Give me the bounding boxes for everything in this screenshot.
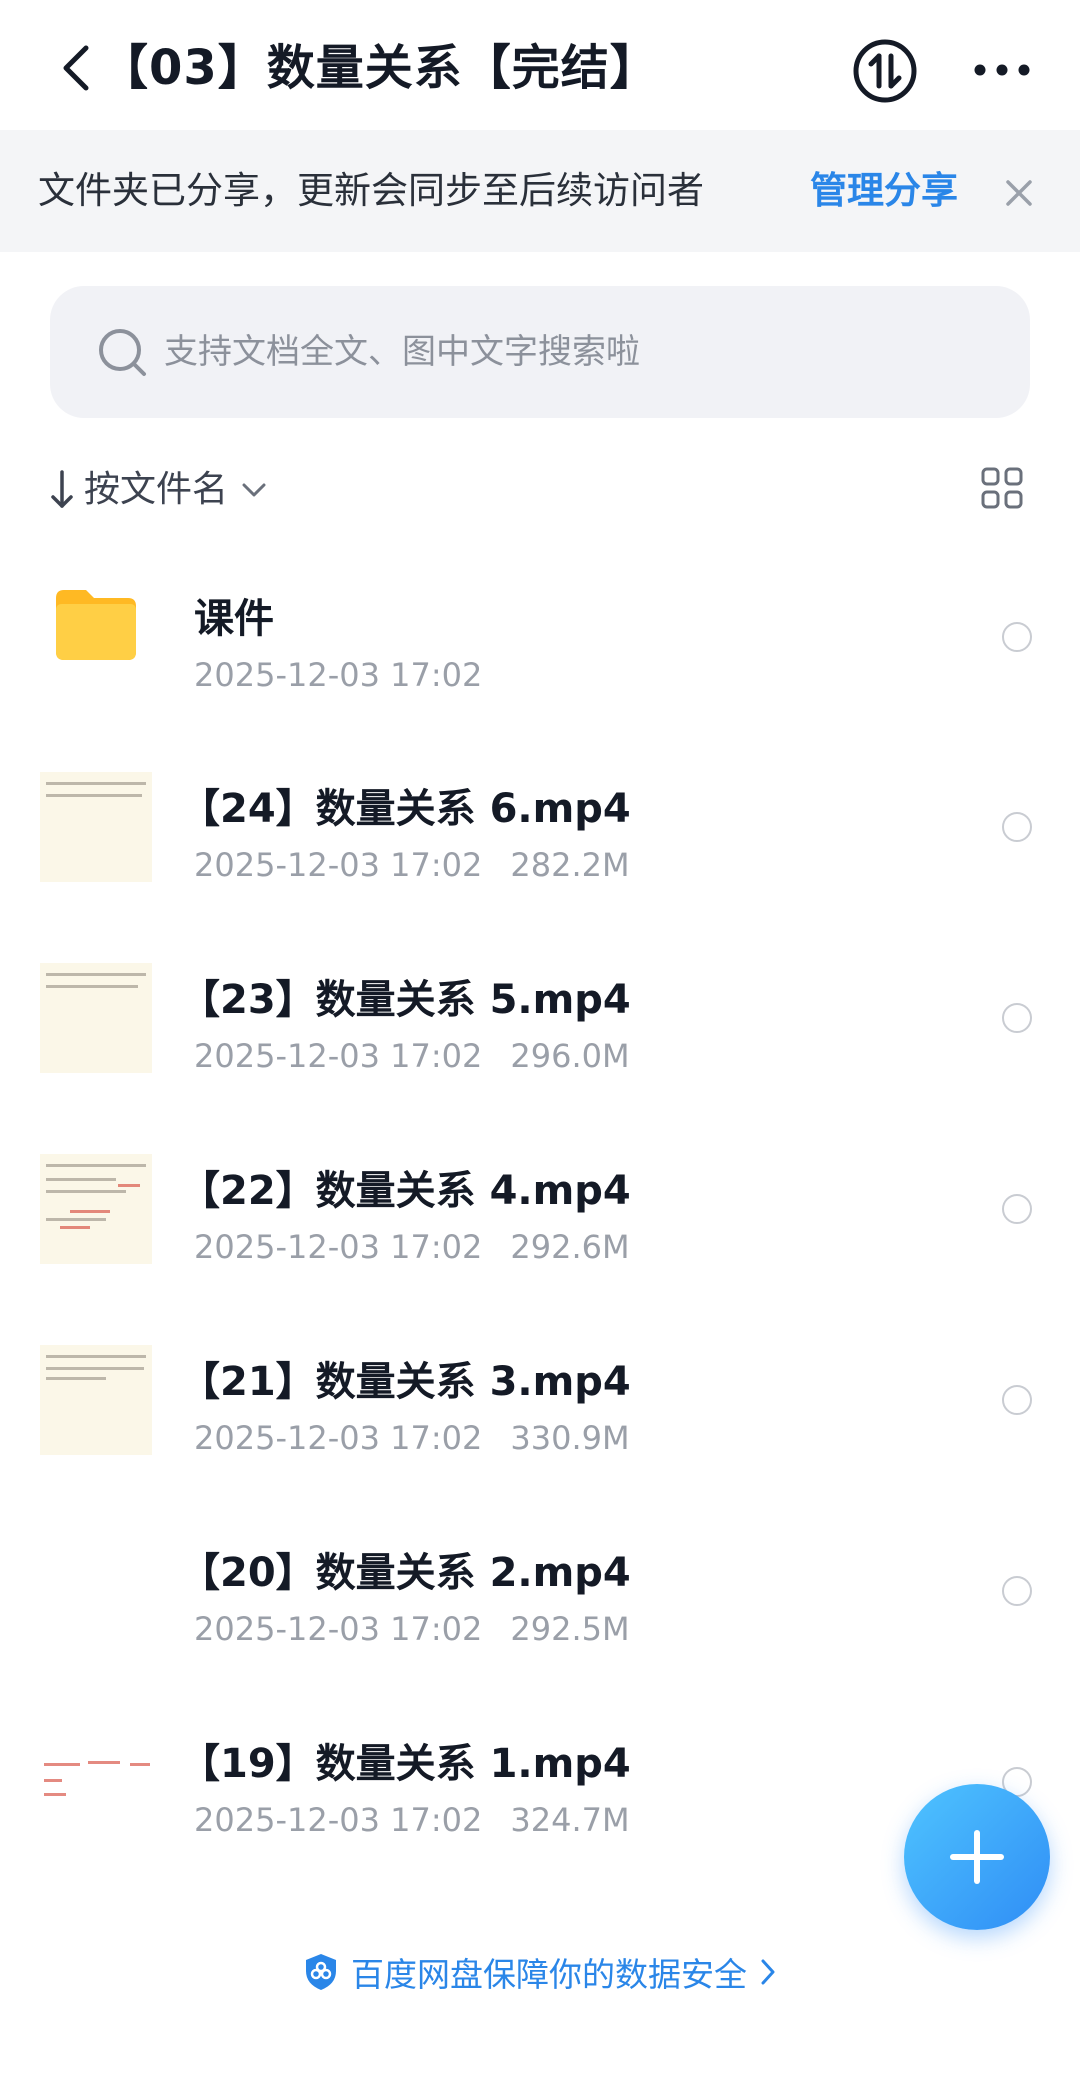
file-meta: 2025-12-03 17:02 330.9M: [194, 1419, 630, 1457]
list-item-folder[interactable]: 课件 2025-12-03 17:02: [0, 548, 1080, 738]
file-meta: 2025-12-03 17:02: [194, 656, 482, 694]
file-name: 【23】数量关系 5.mp4: [180, 977, 631, 1023]
select-checkbox[interactable]: [1002, 1003, 1032, 1033]
chevron-right-icon: [761, 1959, 775, 1985]
search-icon: [99, 329, 146, 376]
sort-label: 按文件名: [84, 469, 229, 510]
transfer-arrows-icon: [853, 39, 917, 103]
file-name: 课件: [194, 596, 274, 642]
transfer-button[interactable]: [852, 38, 918, 104]
file-name: 【24】数量关系 6.mp4: [180, 786, 631, 832]
select-checkbox[interactable]: [1002, 1385, 1032, 1415]
more-options-button[interactable]: [972, 50, 1032, 90]
list-item-video[interactable]: 【20】数量关系 2.mp4 2025-12-03 17:02 292.5M: [0, 1502, 1080, 1692]
file-date: 2025-12-03 17:02: [194, 1801, 483, 1839]
video-thumbnail: [40, 1345, 152, 1455]
file-size: 324.7M: [510, 1801, 630, 1839]
file-name: 【19】数量关系 1.mp4: [180, 1741, 631, 1787]
share-notice-banner: 文件夹已分享，更新会同步至后续访问者 管理分享: [0, 130, 1080, 252]
select-checkbox[interactable]: [1002, 1194, 1032, 1224]
file-date: 2025-12-03 17:02: [194, 1037, 483, 1075]
file-name: 【20】数量关系 2.mp4: [180, 1550, 631, 1596]
more-dots-icon: [974, 64, 1030, 76]
shield-icon: [306, 1954, 336, 1990]
select-checkbox[interactable]: [1002, 622, 1032, 652]
top-navigation-bar: 【03】数量关系【完结】: [0, 0, 1080, 130]
close-banner-button[interactable]: [1002, 176, 1036, 210]
select-checkbox[interactable]: [1002, 812, 1032, 842]
video-thumbnail: [40, 772, 152, 882]
file-date: 2025-12-03 17:02: [194, 846, 483, 884]
security-footer[interactable]: 百度网盘保障你的数据安全: [0, 1948, 1080, 1998]
page-title: 【03】数量关系【完结】: [100, 40, 659, 96]
chevron-down-icon: [242, 483, 266, 497]
file-date: 2025-12-03 17:02: [194, 1228, 483, 1266]
video-thumbnail: [40, 963, 152, 1073]
folder-icon: [56, 590, 136, 660]
file-date: 2025-12-03 17:02: [194, 656, 483, 694]
grid-view-icon: [981, 467, 1023, 509]
search-input[interactable]: 支持文档全文、图中文字搜索啦: [50, 286, 1030, 418]
file-size: 330.9M: [510, 1419, 630, 1457]
file-meta: 2025-12-03 17:02 324.7M: [194, 1801, 630, 1839]
security-footer-text: 百度网盘保障你的数据安全: [351, 1955, 747, 1994]
file-meta: 2025-12-03 17:02 296.0M: [194, 1037, 630, 1075]
sort-arrow-down-icon: [51, 470, 73, 508]
file-size: 296.0M: [510, 1037, 630, 1075]
chevron-left-icon: [63, 45, 89, 91]
search-placeholder: 支持文档全文、图中文字搜索啦: [164, 332, 640, 372]
manage-share-link[interactable]: 管理分享: [810, 130, 958, 252]
file-size: 292.5M: [510, 1610, 630, 1648]
list-item-video[interactable]: 【21】数量关系 3.mp4 2025-12-03 17:02 330.9M: [0, 1311, 1080, 1501]
file-meta: 2025-12-03 17:02 292.6M: [194, 1228, 630, 1266]
add-button[interactable]: [904, 1784, 1050, 1930]
file-size: 292.6M: [510, 1228, 630, 1266]
select-checkbox[interactable]: [1002, 1576, 1032, 1606]
grid-view-button[interactable]: [980, 466, 1024, 510]
plus-icon: [950, 1830, 1004, 1884]
file-name: 【21】数量关系 3.mp4: [180, 1359, 631, 1405]
back-button[interactable]: [58, 40, 98, 96]
video-thumbnail: [40, 1154, 152, 1264]
video-thumbnail: [40, 1536, 152, 1646]
file-date: 2025-12-03 17:02: [194, 1610, 483, 1648]
list-item-video[interactable]: 【23】数量关系 5.mp4 2025-12-03 17:02 296.0M: [0, 929, 1080, 1119]
list-item-video[interactable]: 【22】数量关系 4.mp4 2025-12-03 17:02 292.6M: [0, 1120, 1080, 1310]
share-notice-text: 文件夹已分享，更新会同步至后续访问者: [38, 169, 704, 212]
list-item-video[interactable]: 【24】数量关系 6.mp4 2025-12-03 17:02 282.2M: [0, 738, 1080, 928]
file-size: 282.2M: [510, 846, 630, 884]
video-thumbnail: [40, 1727, 152, 1837]
file-meta: 2025-12-03 17:02 292.5M: [194, 1610, 630, 1648]
file-meta: 2025-12-03 17:02 282.2M: [194, 846, 630, 884]
file-date: 2025-12-03 17:02: [194, 1419, 483, 1457]
close-icon: [1006, 180, 1032, 206]
file-name: 【22】数量关系 4.mp4: [180, 1168, 631, 1214]
